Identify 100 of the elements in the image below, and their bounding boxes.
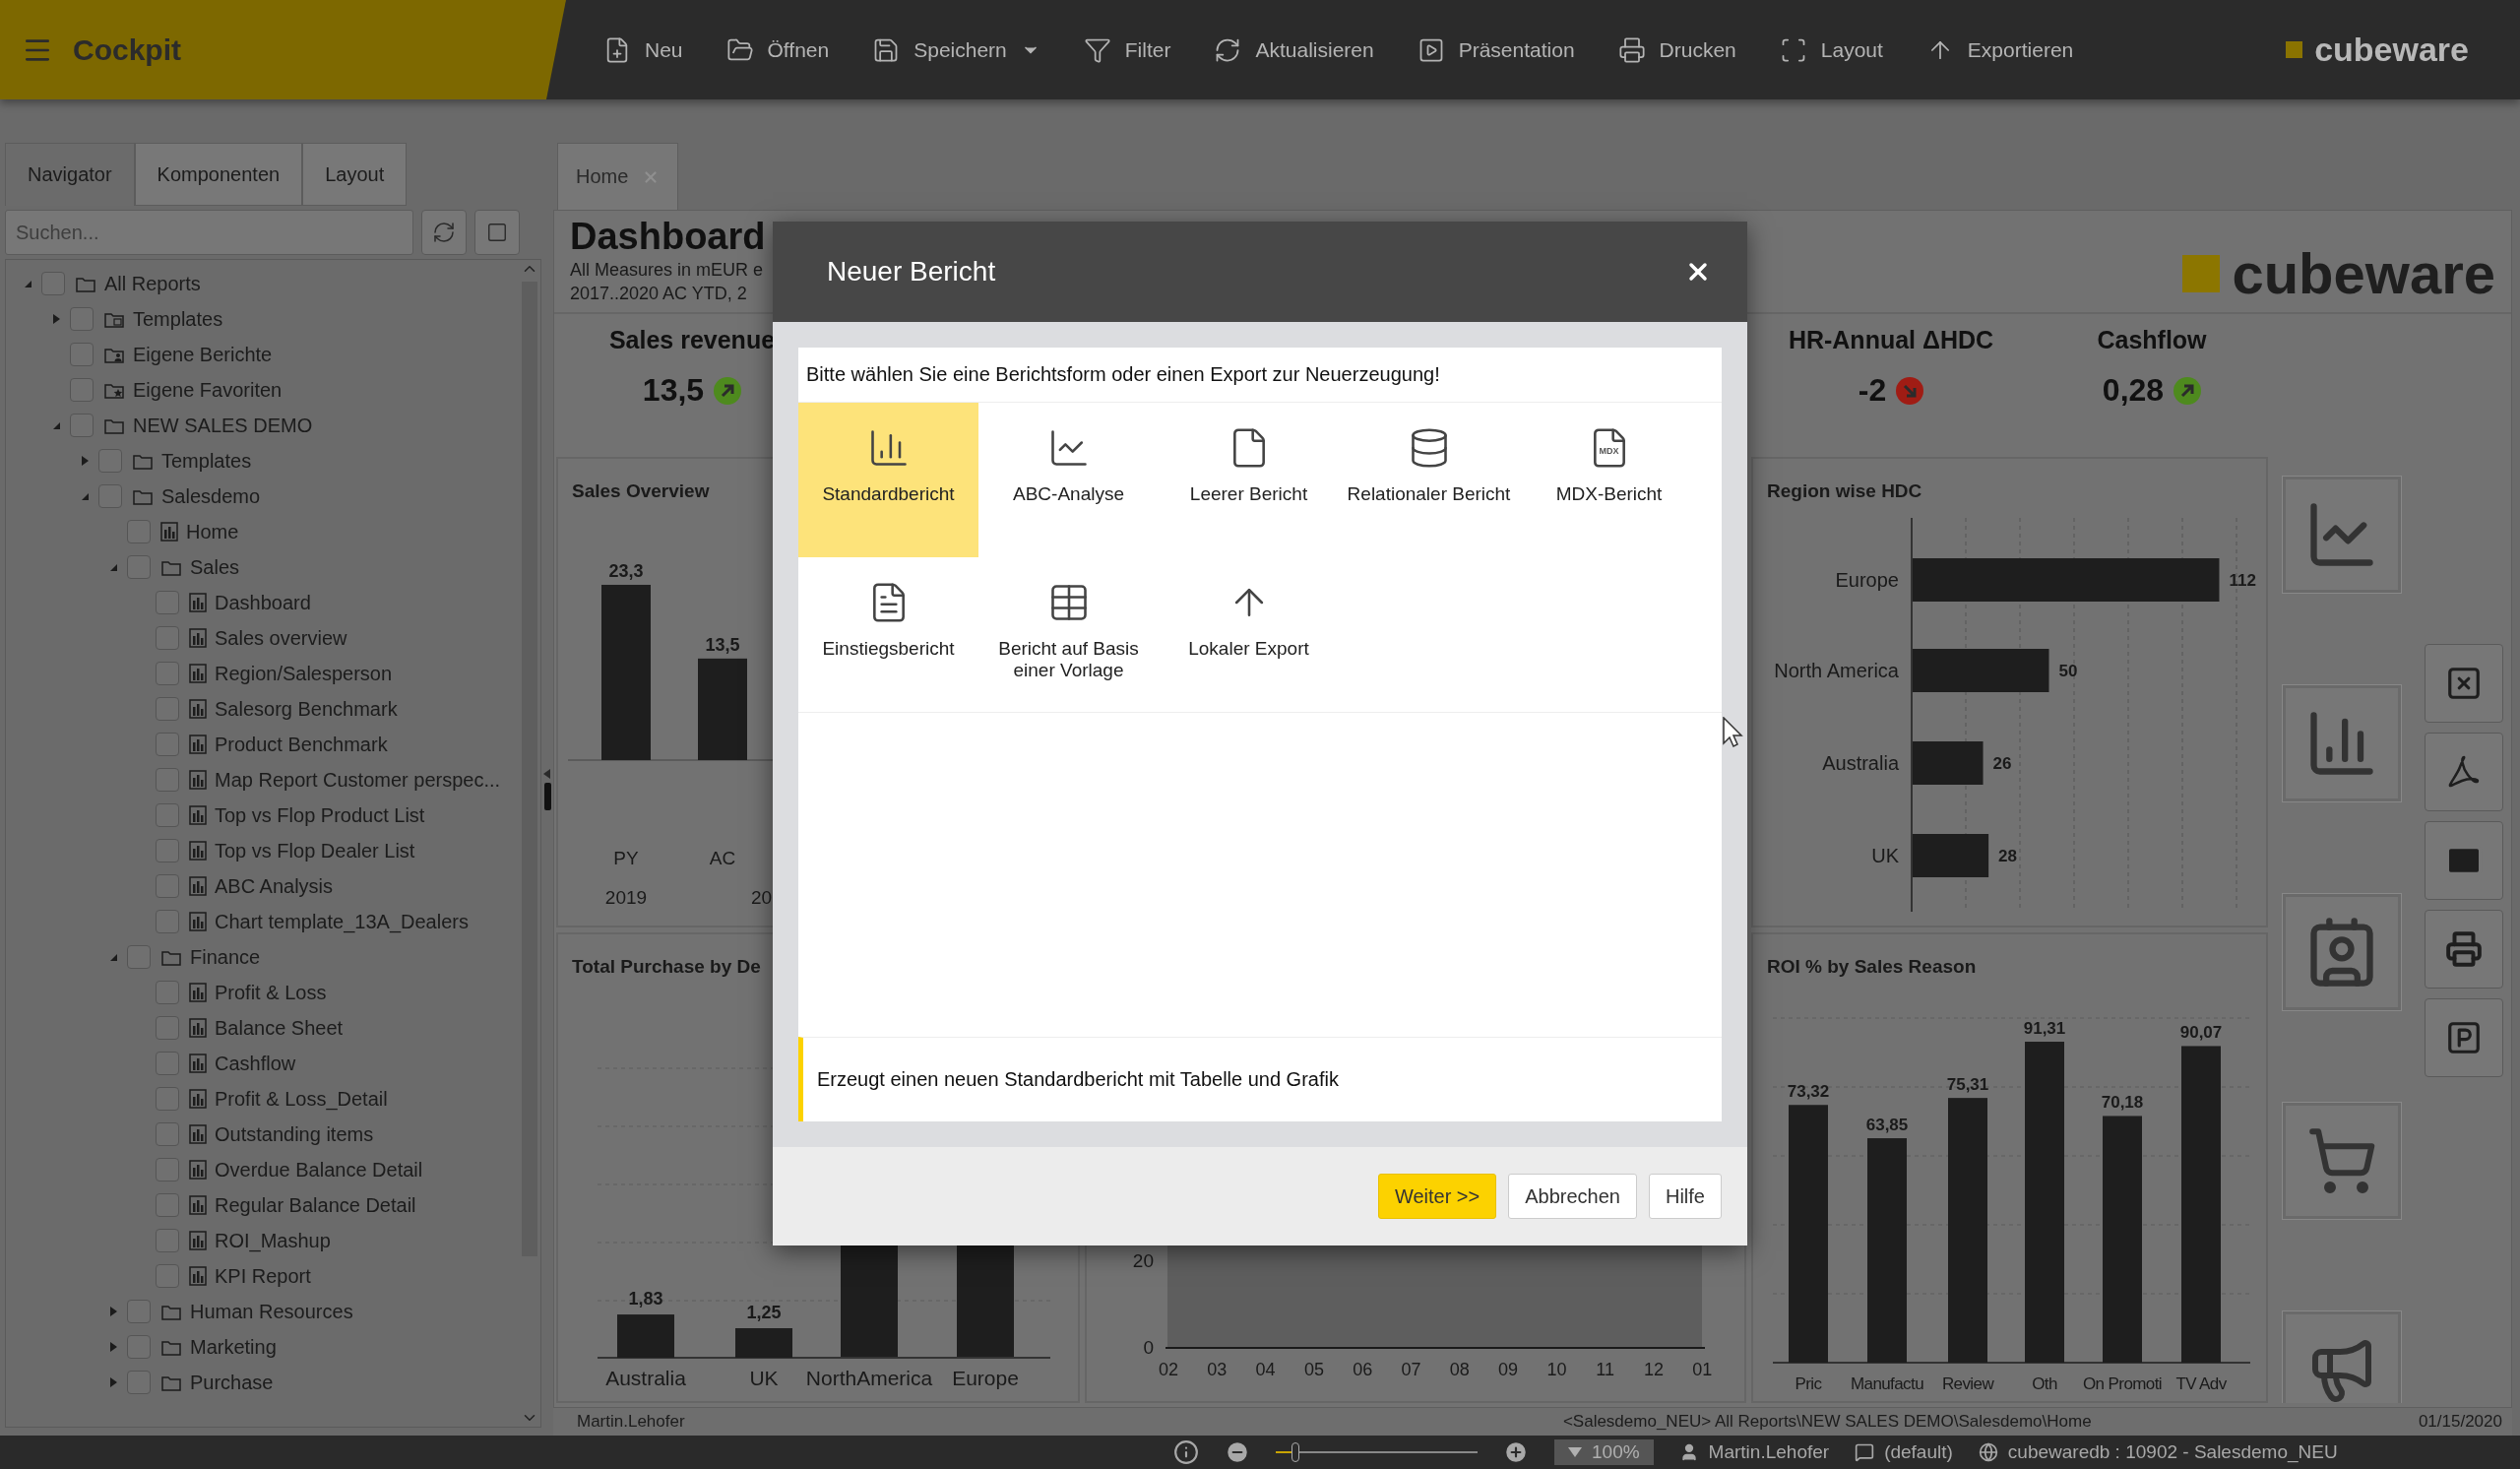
parking-button[interactable] xyxy=(2425,998,2503,1077)
checkbox[interactable] xyxy=(156,626,179,650)
checkbox[interactable] xyxy=(156,1052,179,1075)
zoom-slider[interactable] xyxy=(1276,1441,1478,1463)
dialog-button[interactable]: Weiter >> xyxy=(1377,1174,1497,1219)
zoom-in-icon[interactable] xyxy=(1503,1439,1529,1465)
dialog-button[interactable]: Abbrechen xyxy=(1508,1174,1637,1219)
tree-item[interactable]: Salesorg Benchmark xyxy=(6,691,519,727)
toolbar-button[interactable]: Layout xyxy=(1779,35,1883,64)
checkbox[interactable] xyxy=(127,945,151,969)
checkbox[interactable] xyxy=(156,1264,179,1288)
checkbox[interactable] xyxy=(98,449,122,473)
tree-item[interactable]: Home xyxy=(6,514,519,549)
checkbox[interactable] xyxy=(127,1371,151,1394)
excel-export-button[interactable] xyxy=(2425,644,2503,723)
checkbox[interactable] xyxy=(156,1016,179,1040)
panel-tab[interactable]: Navigator xyxy=(5,143,135,206)
tree-item[interactable]: Human Resources xyxy=(6,1294,519,1329)
tree-item[interactable]: Dashboard xyxy=(6,585,519,620)
tree-item[interactable]: Finance xyxy=(6,939,519,975)
tree-item[interactable]: Top vs Flop Product List xyxy=(6,798,519,833)
tree-item[interactable]: All Reports xyxy=(6,266,519,301)
checkbox[interactable] xyxy=(156,1087,179,1111)
mail-button[interactable] xyxy=(2425,821,2503,900)
collapsed-triangle-icon[interactable] xyxy=(50,313,62,325)
toolbar-button[interactable]: Speichern xyxy=(872,35,1040,64)
tree-item[interactable]: Marketing xyxy=(6,1329,519,1365)
collapse-arrow-icon[interactable] xyxy=(543,768,551,779)
tree-item[interactable]: Chart template_13A_Dealers xyxy=(6,904,519,939)
checkbox[interactable] xyxy=(156,910,179,933)
tree-item[interactable]: Templates xyxy=(6,443,519,479)
tree-item[interactable]: Profit & Loss xyxy=(6,975,519,1010)
collapsed-triangle-icon[interactable] xyxy=(107,1376,119,1388)
zoom-dropdown[interactable]: 100% xyxy=(1554,1439,1654,1465)
toolbar-button[interactable]: Drucken xyxy=(1617,35,1736,64)
document-tab[interactable]: Home xyxy=(557,143,679,210)
line-chart-tile[interactable] xyxy=(2283,477,2401,593)
info-icon[interactable] xyxy=(1173,1439,1199,1465)
checkbox[interactable] xyxy=(156,981,179,1004)
checkbox[interactable] xyxy=(127,555,151,579)
slider-thumb[interactable] xyxy=(1291,1442,1299,1462)
checkbox[interactable] xyxy=(156,803,179,827)
tree-item[interactable]: Product Benchmark xyxy=(6,727,519,762)
toolbar-button[interactable]: Filter xyxy=(1083,35,1171,64)
checkbox[interactable] xyxy=(156,662,179,685)
toolbar-button[interactable]: Exportieren xyxy=(1925,35,2074,64)
tree-item[interactable]: ABC Analysis xyxy=(6,868,519,904)
tree-item[interactable]: NEW SALES DEMO xyxy=(6,408,519,443)
checkbox[interactable] xyxy=(156,733,179,756)
checkbox[interactable] xyxy=(156,1158,179,1182)
collapsed-triangle-icon[interactable] xyxy=(107,1341,119,1353)
tree-item[interactable]: Purchase xyxy=(6,1365,519,1400)
collapsed-triangle-icon[interactable] xyxy=(79,455,91,467)
tree-item[interactable]: Overdue Balance Detail xyxy=(6,1152,519,1187)
tree-item[interactable]: Eigene Favoriten xyxy=(6,372,519,408)
refresh-button[interactable] xyxy=(421,210,467,255)
bar-chart-tile[interactable] xyxy=(2283,685,2401,801)
checkbox[interactable] xyxy=(156,697,179,721)
print-button[interactable] xyxy=(2425,910,2503,989)
tree-item[interactable]: Eigene Berichte xyxy=(6,337,519,372)
checkbox[interactable] xyxy=(156,768,179,792)
checkbox[interactable] xyxy=(127,1300,151,1323)
checkbox[interactable] xyxy=(70,307,94,331)
square-button[interactable] xyxy=(474,210,520,255)
panel-tab[interactable]: Komponenten xyxy=(134,143,303,206)
toolbar-button[interactable]: Neu xyxy=(603,35,683,64)
checkbox[interactable] xyxy=(156,1229,179,1252)
tree-item[interactable]: Regular Balance Detail xyxy=(6,1187,519,1223)
tree-item[interactable]: Sales overview xyxy=(6,620,519,656)
checkbox[interactable] xyxy=(127,1335,151,1359)
contact-card-tile[interactable] xyxy=(2283,894,2401,1010)
tree-item[interactable]: Sales xyxy=(6,549,519,585)
pdf-export-button[interactable] xyxy=(2425,733,2503,811)
toolbar-button[interactable]: Aktualisieren xyxy=(1214,35,1374,64)
checkbox[interactable] xyxy=(156,839,179,862)
collapsed-triangle-icon[interactable] xyxy=(107,1306,119,1317)
tree-item[interactable]: KPI Report xyxy=(6,1258,519,1294)
dialog-button[interactable]: Hilfe xyxy=(1649,1174,1722,1219)
search-field[interactable]: Suchen... xyxy=(5,210,413,255)
panel-tab[interactable]: Layout xyxy=(302,143,408,206)
checkbox[interactable] xyxy=(156,591,179,614)
tree-item[interactable]: Profit & Loss_Detail xyxy=(6,1081,519,1117)
tree-item[interactable]: Templates xyxy=(6,301,519,337)
checkbox[interactable] xyxy=(127,520,151,543)
tree-item[interactable]: Salesdemo xyxy=(6,479,519,514)
checkbox[interactable] xyxy=(70,414,94,437)
checkbox[interactable] xyxy=(98,484,122,508)
checkbox[interactable] xyxy=(156,874,179,898)
checkbox[interactable] xyxy=(156,1122,179,1146)
tree-item[interactable]: ROI_Mashup xyxy=(6,1223,519,1258)
cart-tile[interactable] xyxy=(2283,1103,2401,1219)
megaphone-tile[interactable] xyxy=(2283,1311,2401,1403)
checkbox[interactable] xyxy=(156,1193,179,1217)
tree-item[interactable]: Map Report Customer perspec... xyxy=(6,762,519,798)
zoom-out-icon[interactable] xyxy=(1225,1439,1250,1465)
tree-item[interactable]: Cashflow xyxy=(6,1046,519,1081)
checkbox[interactable] xyxy=(70,378,94,402)
toolbar-button[interactable]: Präsentation xyxy=(1417,35,1575,64)
tree-item[interactable]: Outstanding items xyxy=(6,1117,519,1152)
checkbox[interactable] xyxy=(70,343,94,366)
